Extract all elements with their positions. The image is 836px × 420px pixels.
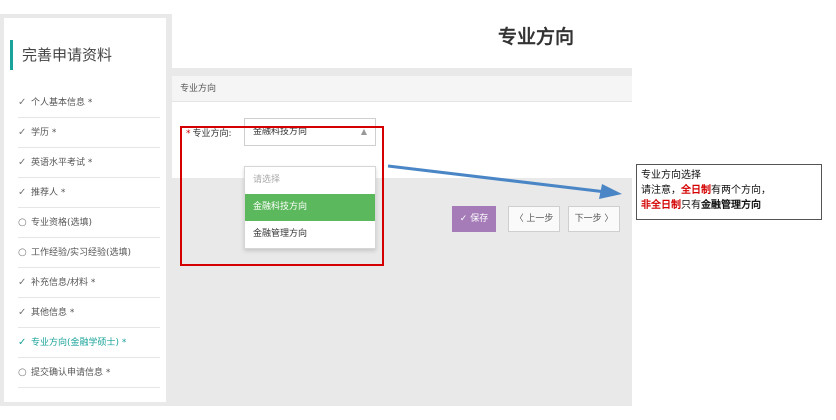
page-title: 专业方向: [497, 26, 574, 48]
sidebar: 完善申请资料 ✓ 个人基本信息 * ✓ 学历 * ✓ 英语水平考试 * ✓ 推荐人 * …: [4, 18, 166, 402]
highlight-box: [180, 126, 384, 266]
sidebar-item-education[interactable]: ✓ 学历 *: [18, 118, 160, 148]
note-emphasis: 非全日制: [641, 200, 681, 211]
arrow-right-icon: [387, 164, 622, 199]
sidebar-item-other-info[interactable]: ✓ 其他信息 *: [18, 298, 160, 328]
annotation-note: 专业方向选择 请注意，全日制有两个方向， 非全日制只有金融管理方向: [636, 164, 822, 220]
sidebar-item-label: 专业资格(选填): [31, 218, 93, 228]
note-text: 请注意，: [641, 185, 681, 196]
sidebar-item-label: 提交确认申请信息 *: [31, 368, 111, 378]
sidebar-item-label: 学历 *: [31, 128, 57, 138]
sidebar-item-label: 推荐人 *: [31, 188, 66, 198]
sidebar-item-label: 专业方向(金融学硕士) *: [31, 338, 127, 348]
save-button[interactable]: ✓ 保存: [452, 206, 496, 232]
sidebar-item-submit[interactable]: ○ 提交确认申请信息 *: [18, 358, 160, 388]
note-line: 专业方向选择: [641, 170, 701, 181]
sidebar-item-major-direction[interactable]: ✓ 专业方向(金融学硕士) *: [18, 328, 160, 358]
next-step-button[interactable]: 下一步 〉: [568, 206, 620, 232]
circle-icon: ○: [18, 367, 27, 378]
sidebar-item-qualification[interactable]: ○ 专业资格(选填): [18, 208, 160, 238]
previous-step-button[interactable]: 〈 上一步: [508, 206, 560, 232]
note-line: 请注意，全日制有两个方向，: [641, 183, 817, 198]
sidebar-item-personal-info[interactable]: ✓ 个人基本信息 *: [18, 88, 160, 118]
sidebar-item-label: 其他信息 *: [31, 308, 75, 318]
sidebar-item-supplementary[interactable]: ✓ 补充信息/材料 *: [18, 268, 160, 298]
sidebar-item-work-experience[interactable]: ○ 工作经验/实习经验(选填): [18, 238, 160, 268]
sidebar-item-english-test[interactable]: ✓ 英语水平考试 *: [18, 148, 160, 178]
sidebar-item-label: 补充信息/材料 *: [31, 278, 96, 288]
circle-icon: ○: [18, 247, 27, 258]
panel-heading: 专业方向: [172, 76, 632, 102]
note-emphasis: 全日制: [681, 185, 711, 196]
note-text: 只有: [681, 200, 701, 211]
sidebar-menu: ✓ 个人基本信息 * ✓ 学历 * ✓ 英语水平考试 * ✓ 推荐人 * ○ 专业资格(选…: [18, 88, 160, 388]
note-text: 有两个方向，: [711, 185, 771, 196]
check-icon: ✓: [18, 97, 27, 108]
check-icon: ✓: [18, 187, 27, 198]
sidebar-item-label: 工作经验/实习经验(选填): [31, 248, 132, 258]
main-header: 专业方向: [172, 6, 632, 68]
sidebar-title: 完善申请资料: [10, 40, 112, 70]
check-icon: ✓: [18, 157, 27, 168]
note-bold: 金融管理方向: [701, 200, 761, 211]
sidebar-item-label: 个人基本信息 *: [31, 98, 93, 108]
check-icon: ✓: [18, 277, 27, 288]
sidebar-item-label: 英语水平考试 *: [31, 158, 93, 168]
check-icon: ✓: [18, 127, 27, 138]
circle-icon: ○: [18, 217, 27, 228]
check-icon: ✓: [18, 307, 27, 318]
check-icon: ✓: [18, 337, 27, 348]
sidebar-item-referee[interactable]: ✓ 推荐人 *: [18, 178, 160, 208]
note-line: 非全日制只有金融管理方向: [641, 198, 817, 213]
